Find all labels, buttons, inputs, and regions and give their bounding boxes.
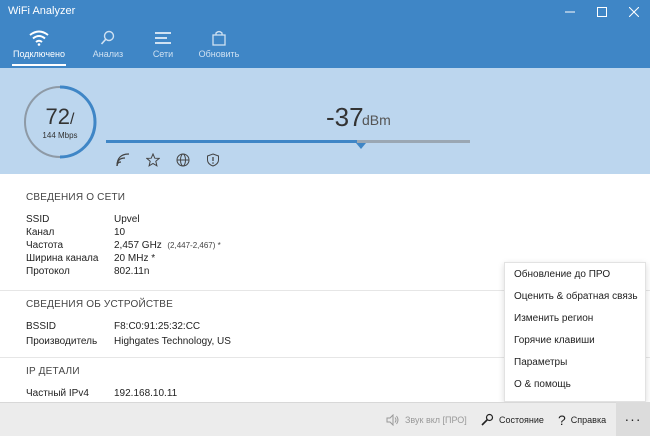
title-bar: WiFi Analyzer — [0, 0, 650, 24]
network-heading: СВЕДЕНИЯ О СЕТИ — [26, 192, 126, 203]
status-label: Состояние — [499, 415, 544, 425]
device-heading: СВЕДЕНИЯ ОБ УСТРОЙСТВЕ — [26, 299, 174, 310]
close-icon — [629, 7, 639, 17]
field-value: 2,457 GHz (2,447-2,467) * — [114, 239, 221, 252]
star-icon[interactable] — [144, 151, 162, 169]
menu-item-rate-feedback[interactable]: Оценить & обратная связь — [514, 291, 638, 302]
field-value: Upvel — [114, 214, 140, 225]
window-title: WiFi Analyzer — [8, 5, 76, 17]
frequency-value: 2,457 GHz — [114, 240, 162, 251]
tab-label: Подключено — [12, 49, 66, 59]
field-value: 802.11n — [114, 266, 150, 277]
field-label: Производитель — [26, 336, 98, 347]
more-menu: Обновление до ПРО Оценить & обратная свя… — [504, 262, 646, 402]
tab-connected[interactable]: Подключено — [10, 24, 68, 68]
nav-bar: Подключено Анализ Сети Обновить — [0, 24, 650, 68]
tab-networks[interactable]: Сети — [144, 24, 182, 68]
signal-strength-fill — [106, 140, 357, 143]
field-label: Частный IPv4 — [26, 388, 89, 399]
tab-upgrade[interactable]: Обновить — [196, 24, 242, 68]
link-speed-slash: / — [70, 111, 75, 128]
shopping-bag-icon — [212, 30, 226, 46]
field-value: 192.168.10.11 — [114, 388, 178, 399]
tab-label: Анализ — [92, 49, 124, 59]
field-label: Частота — [26, 240, 64, 251]
field-value: Highgates Technology, US — [114, 336, 231, 347]
field-label: BSSID — [26, 321, 57, 332]
more-button[interactable]: ··· — [616, 402, 650, 436]
minimize-button[interactable] — [554, 0, 586, 24]
tab-label: Сети — [152, 49, 174, 59]
dbm-unit: dBm — [362, 112, 391, 128]
maximize-icon — [597, 7, 607, 17]
field-value: 10 — [114, 227, 126, 238]
dbm-value: -37 — [326, 102, 364, 132]
tab-analysis[interactable]: Анализ — [86, 24, 130, 68]
menu-item-about-help[interactable]: О & помощь — [514, 379, 571, 390]
field-label: Ширина канала — [26, 253, 99, 264]
sound-label: Звук вкл [ПРО] — [405, 415, 467, 425]
question-icon: ? — [558, 412, 566, 428]
globe-icon[interactable] — [174, 151, 192, 169]
menu-item-change-region[interactable]: Изменить регион — [514, 313, 593, 324]
sound-button[interactable]: Звук вкл [ПРО] — [386, 403, 467, 436]
help-label: Справка — [570, 415, 607, 425]
help-button[interactable]: ? Справка — [558, 403, 606, 436]
shield-icon[interactable] — [204, 151, 222, 169]
speaker-icon — [386, 414, 399, 426]
menu-item-settings[interactable]: Параметры — [514, 357, 567, 368]
field-label: SSID — [26, 214, 50, 225]
field-label: Канал — [26, 227, 55, 238]
field-value: 20 MHz * — [114, 253, 156, 264]
menu-item-hotkeys[interactable]: Горячие клавиши — [514, 335, 595, 346]
minimize-icon — [565, 11, 575, 13]
command-bar: Звук вкл [ПРО] Состояние ? Справка — [0, 402, 650, 436]
field-value: F8:C0:91:25:32:CC — [114, 321, 201, 332]
status-button[interactable]: Состояние — [480, 403, 544, 436]
link-speed-number: 72 — [45, 104, 71, 129]
signal-icon[interactable] — [114, 151, 132, 169]
maximize-button[interactable] — [586, 0, 618, 24]
link-speed-value: 72/ — [22, 104, 98, 130]
wrench-icon — [481, 413, 494, 426]
close-button[interactable] — [618, 0, 650, 24]
list-icon — [155, 32, 171, 44]
max-speed-label: 144 Mbps — [42, 131, 78, 140]
menu-item-upgrade[interactable]: Обновление до ПРО — [514, 269, 610, 280]
wifi-icon — [29, 30, 49, 46]
search-icon — [100, 30, 115, 45]
frequency-range: (2,447-2,467) * — [167, 241, 221, 250]
signal-panel: 72/ 144 Mbps -37 dBm — [0, 68, 650, 174]
ip-heading: IP ДЕТАЛИ — [26, 366, 80, 377]
tab-label: Обновить — [198, 49, 240, 59]
signal-strength-marker — [356, 143, 366, 149]
field-label: Протокол — [26, 266, 70, 277]
